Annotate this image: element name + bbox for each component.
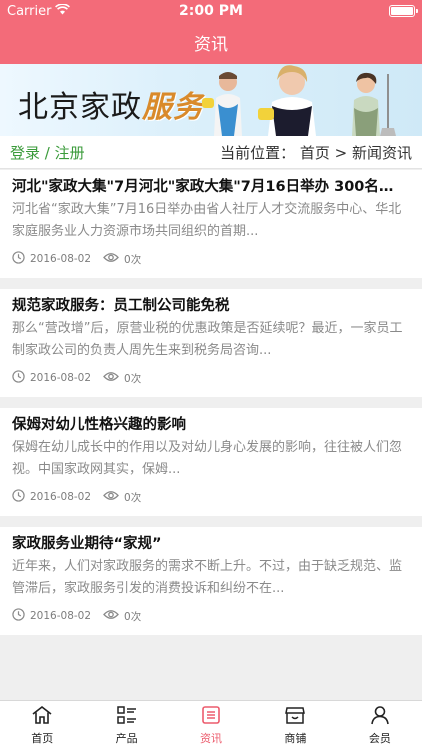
breadcrumb: 当前位置： 首页 > 新闻资讯 bbox=[220, 143, 412, 162]
promo-banner[interactable]: 北京家政服务 bbox=[0, 64, 422, 136]
news-icon bbox=[201, 705, 221, 728]
tab-news-label: 资讯 bbox=[200, 732, 223, 745]
article-summary: 保姆在幼儿成长中的作用以及对幼儿身心发展的影响，往往被人们忽视。中国家政网其实，… bbox=[12, 440, 403, 477]
tab-member-label: 会员 bbox=[368, 732, 391, 745]
banner-people-image bbox=[202, 65, 396, 136]
tab-stores-label: 商铺 bbox=[284, 732, 307, 745]
clock-icon bbox=[12, 251, 25, 267]
banner-text: 北京家政服务 bbox=[18, 82, 204, 126]
article-summary: 河北省“家政大集”7月16日举办由省人社厅人才交流服务中心、华北家庭服务业人力资… bbox=[12, 202, 402, 239]
eye-icon bbox=[103, 252, 119, 266]
article-summary: 近年来，人们对家政服务的需求不断上升。不过，由于缺乏规范、监管滞后，家政服务引发… bbox=[12, 559, 403, 596]
list-item[interactable]: 规范家政服务：员工制公司能免税 那么“营改增”后，原营业税的优惠政策是否延续呢？… bbox=[0, 289, 422, 397]
article-title[interactable]: 河北"家政大集"7月河北"家政大集"7月16日举办 300名… bbox=[12, 178, 410, 196]
article-title[interactable]: 保姆对幼儿性格兴趣的影响 bbox=[12, 416, 410, 434]
list-item[interactable]: 家政服务业期待“家规” 近年来，人们对家政服务的需求不断上升。不过，由于缺乏规范… bbox=[0, 527, 422, 635]
eye-icon bbox=[103, 371, 119, 385]
battery-icon bbox=[389, 5, 418, 17]
eye-icon bbox=[103, 490, 119, 504]
tab-products-label: 产品 bbox=[115, 732, 138, 745]
tab-products[interactable]: 产品 bbox=[84, 701, 168, 750]
login-register-link[interactable]: 登录 / 注册 bbox=[10, 142, 85, 163]
status-time: 2:00 PM bbox=[179, 3, 243, 19]
article-views: 0次 bbox=[124, 491, 142, 504]
news-list: 河北"家政大集"7月河北"家政大集"7月16日举办 300名… 河北省“家政大集… bbox=[0, 170, 422, 646]
article-date: 2016-08-02 bbox=[30, 491, 92, 503]
list-item[interactable]: 河北"家政大集"7月河北"家政大集"7月16日举办 300名… 河北省“家政大集… bbox=[0, 170, 422, 278]
clock-icon bbox=[12, 608, 25, 624]
tab-home-label: 首页 bbox=[31, 732, 54, 745]
top-header: Carrier 2:00 PM 资讯 bbox=[0, 0, 422, 64]
article-date: 2016-08-02 bbox=[30, 253, 92, 265]
article-views: 0次 bbox=[124, 372, 142, 385]
banner-text-main: 北京家政 bbox=[18, 90, 142, 125]
article-meta: 2016-08-02 0次 bbox=[12, 251, 410, 267]
status-bar: Carrier 2:00 PM bbox=[0, 0, 422, 22]
user-icon bbox=[369, 705, 391, 728]
bottom-tab-bar: 首页 产品 资讯 商铺 会员 bbox=[0, 700, 422, 750]
article-title[interactable]: 规范家政服务：员工制公司能免税 bbox=[12, 297, 410, 315]
tab-stores[interactable]: 商铺 bbox=[253, 701, 337, 750]
store-icon bbox=[284, 705, 306, 728]
eye-icon bbox=[103, 609, 119, 623]
tab-news[interactable]: 资讯 bbox=[169, 701, 253, 750]
article-title[interactable]: 家政服务业期待“家规” bbox=[12, 535, 410, 553]
page-title: 资讯 bbox=[194, 35, 228, 55]
tab-home[interactable]: 首页 bbox=[0, 701, 84, 750]
clock-icon bbox=[12, 489, 25, 505]
article-views: 0次 bbox=[124, 253, 142, 266]
tab-member[interactable]: 会员 bbox=[338, 701, 422, 750]
grid-list-icon bbox=[116, 705, 138, 728]
article-meta: 2016-08-02 0次 bbox=[12, 608, 410, 624]
article-meta: 2016-08-02 0次 bbox=[12, 489, 410, 505]
list-item[interactable]: 保姆对幼儿性格兴趣的影响 保姆在幼儿成长中的作用以及对幼儿身心发展的影响，往往被… bbox=[0, 408, 422, 516]
article-date: 2016-08-02 bbox=[30, 372, 92, 384]
article-views: 0次 bbox=[124, 610, 142, 623]
article-summary: 那么“营改增”后，原营业税的优惠政策是否延续呢？最近，一家员工制家政公司的负责人… bbox=[12, 321, 403, 358]
article-date: 2016-08-02 bbox=[30, 610, 92, 622]
location-bar: 登录 / 注册 当前位置： 首页 > 新闻资讯 bbox=[0, 136, 422, 169]
clock-icon bbox=[12, 370, 25, 386]
home-icon bbox=[31, 705, 53, 728]
article-meta: 2016-08-02 0次 bbox=[12, 370, 410, 386]
